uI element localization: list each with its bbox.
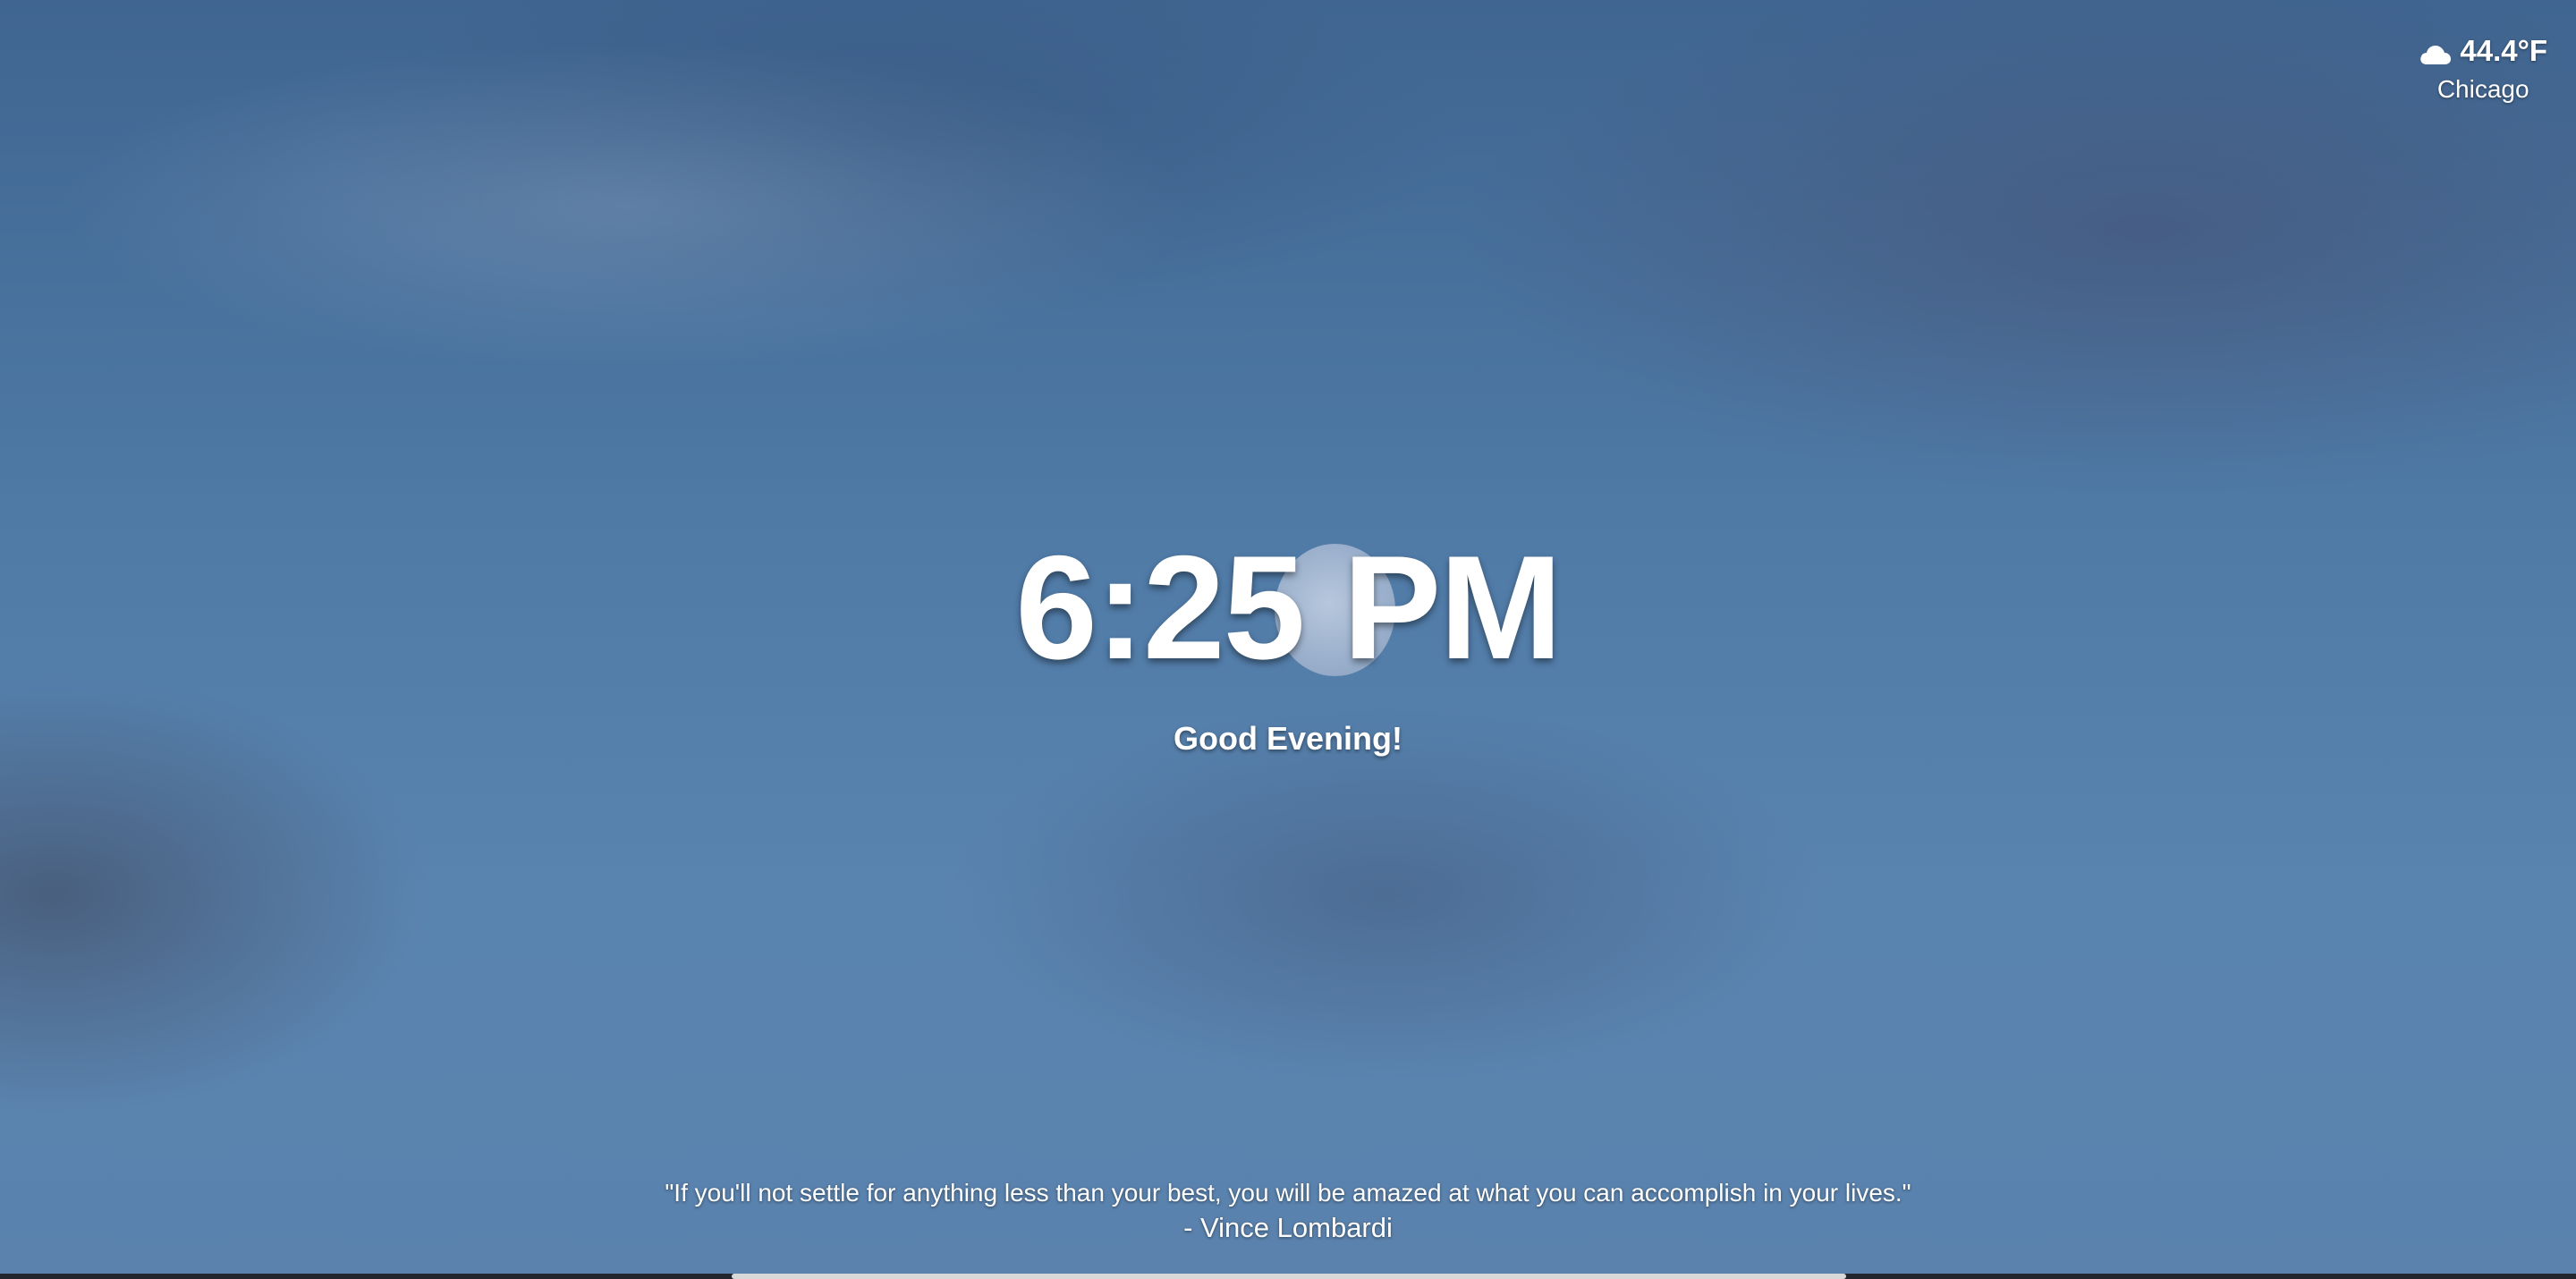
- city-label: Chicago: [2436, 75, 2529, 103]
- scrollbar-thumb[interactable]: [732, 1274, 1846, 1279]
- quote-text: "If you'll not settle for anything less …: [665, 1179, 1911, 1207]
- weather-widget[interactable]: 44.4°F Chicago: [2419, 34, 2547, 104]
- cloud-icon: [2419, 39, 2453, 64]
- greeting-text: Good Evening!: [1174, 720, 1402, 757]
- clock-time: 6:25 PM: [1015, 525, 1563, 690]
- temperature-value: 44.4°F: [2460, 34, 2547, 67]
- quote-author: - Vince Lombardi: [1183, 1212, 1393, 1243]
- weather-summary: 44.4°F: [2419, 34, 2547, 68]
